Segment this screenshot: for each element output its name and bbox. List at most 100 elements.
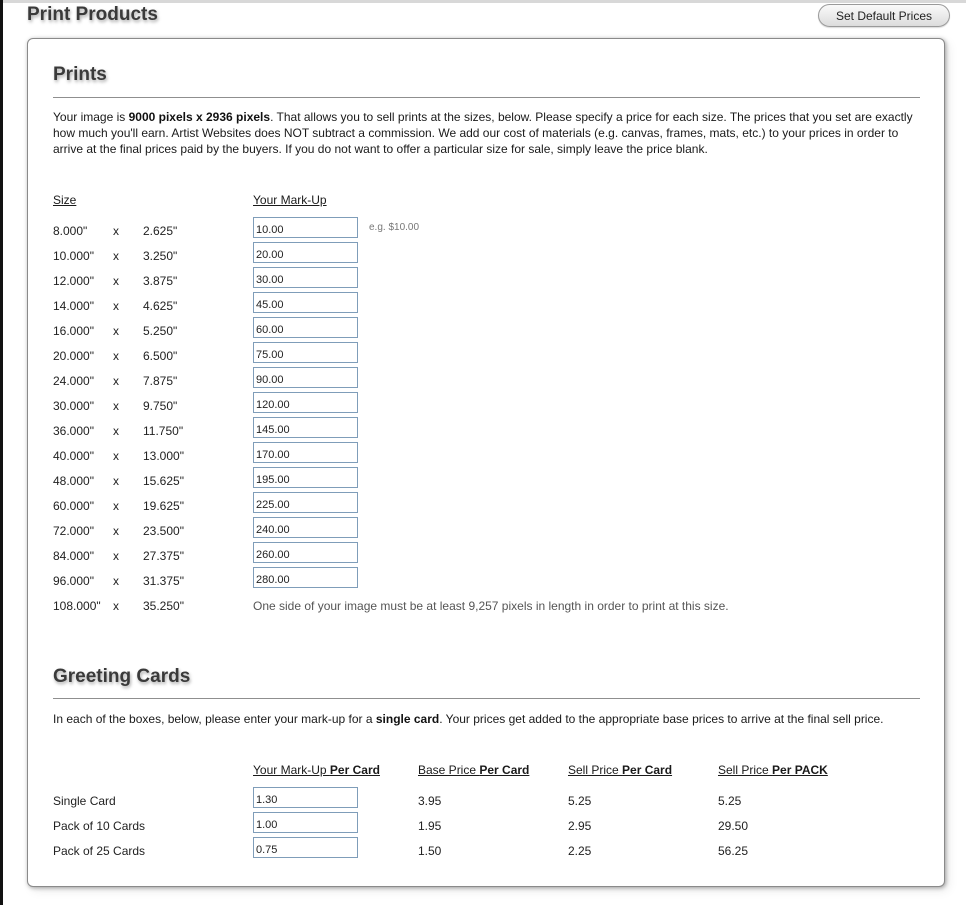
size-height: 23.500" bbox=[143, 524, 184, 538]
markup-input[interactable] bbox=[253, 567, 358, 588]
card-markup-column-header: Your Mark-Up Per Card bbox=[253, 763, 380, 777]
prints-section-title: Prints bbox=[53, 64, 107, 85]
times-symbol: x bbox=[113, 349, 119, 363]
markup-input[interactable] bbox=[253, 342, 358, 363]
size-height: 4.625" bbox=[143, 299, 178, 313]
size-width: 60.000" bbox=[53, 499, 94, 513]
card-type-label: Pack of 10 Cards bbox=[53, 819, 146, 833]
times-symbol: x bbox=[113, 374, 119, 388]
sell-price-per-pack-value: 56.25 bbox=[718, 844, 749, 858]
greeting-card-row: Pack of 10 Cards 1.95 2.95 29.50 bbox=[0, 812, 966, 844]
markup-input[interactable] bbox=[253, 392, 358, 413]
sell-price-per-pack-value: 29.50 bbox=[718, 819, 749, 833]
size-height: 2.625" bbox=[143, 224, 178, 238]
times-symbol: x bbox=[113, 274, 119, 288]
size-height: 6.500" bbox=[143, 349, 178, 363]
size-width: 14.000" bbox=[53, 299, 94, 313]
markup-input[interactable] bbox=[253, 417, 358, 438]
sell-price-per-card-value: 2.25 bbox=[568, 844, 592, 858]
print-size-row: 84.000" x 27.375" bbox=[0, 542, 966, 574]
base-price-value: 3.95 bbox=[418, 794, 442, 808]
window-top-edge bbox=[3, 0, 966, 3]
intro-prefix: Your image is bbox=[53, 110, 129, 124]
print-size-row: 8.000" x 2.625" e.g. $10.00 bbox=[0, 217, 966, 249]
card-type-label: Pack of 25 Cards bbox=[53, 844, 146, 858]
size-width: 24.000" bbox=[53, 374, 94, 388]
prints-divider bbox=[53, 97, 920, 98]
times-symbol: x bbox=[113, 599, 119, 613]
base-price-column-header: Base Price Per Card bbox=[418, 763, 529, 777]
greeting-cards-section-title: Greeting Cards bbox=[53, 666, 191, 687]
set-default-prices-button[interactable]: Set Default Prices bbox=[818, 4, 950, 27]
markup-input[interactable] bbox=[253, 317, 358, 338]
times-symbol: x bbox=[113, 524, 119, 538]
size-width: 16.000" bbox=[53, 324, 94, 338]
markup-input[interactable] bbox=[253, 492, 358, 513]
header-bold-text: Per Card bbox=[329, 763, 380, 777]
size-width: 72.000" bbox=[53, 524, 94, 538]
markup-input[interactable] bbox=[253, 217, 358, 238]
size-width: 48.000" bbox=[53, 474, 94, 488]
image-dimensions: 9000 pixels x 2936 pixels bbox=[128, 110, 271, 124]
print-size-row: 12.000" x 3.875" bbox=[0, 267, 966, 299]
sell-price-per-card-value: 2.95 bbox=[568, 819, 592, 833]
print-size-row: 10.000" x 3.250" bbox=[0, 242, 966, 274]
size-height: 13.000" bbox=[143, 449, 184, 463]
header-text: Your Mark-Up bbox=[253, 763, 330, 777]
times-symbol: x bbox=[113, 324, 119, 338]
header-bold-text: Per Card bbox=[479, 763, 530, 777]
print-size-row: 36.000" x 11.750" bbox=[0, 417, 966, 449]
markup-input[interactable] bbox=[253, 442, 358, 463]
markup-input[interactable] bbox=[253, 267, 358, 288]
sell-price-per-card-value: 5.25 bbox=[568, 794, 592, 808]
size-width: 8.000" bbox=[53, 224, 88, 238]
prints-intro-text: Your image is 9000 pixels x 2936 pixels.… bbox=[53, 109, 923, 157]
size-height: 7.875" bbox=[143, 374, 178, 388]
print-size-row: 30.000" x 9.750" bbox=[0, 392, 966, 424]
example-hint: e.g. $10.00 bbox=[369, 222, 420, 233]
size-height: 11.750" bbox=[143, 424, 184, 438]
card-markup-input[interactable] bbox=[253, 787, 358, 808]
sell-price-per-pack-column-header: Sell Price Per PACK bbox=[718, 763, 828, 777]
size-width: 36.000" bbox=[53, 424, 94, 438]
size-height: 15.625" bbox=[143, 474, 184, 488]
header-bold-text: Per PACK bbox=[772, 763, 828, 777]
markup-input[interactable] bbox=[253, 367, 358, 388]
greeting-cards-intro-text: In each of the boxes, below, please ente… bbox=[53, 711, 923, 727]
size-height: 3.250" bbox=[143, 249, 178, 263]
times-symbol: x bbox=[113, 399, 119, 413]
markup-input[interactable] bbox=[253, 517, 358, 538]
size-width: 84.000" bbox=[53, 549, 94, 563]
header-text: Sell Price bbox=[718, 763, 773, 777]
size-width: 20.000" bbox=[53, 349, 94, 363]
times-symbol: x bbox=[113, 449, 119, 463]
size-height: 27.375" bbox=[143, 549, 184, 563]
times-symbol: x bbox=[113, 499, 119, 513]
print-size-row: 40.000" x 13.000" bbox=[0, 442, 966, 474]
size-height: 31.375" bbox=[143, 574, 184, 588]
page-title: Print Products bbox=[27, 4, 158, 25]
greeting-card-row: Pack of 25 Cards 1.50 2.25 56.25 bbox=[0, 837, 966, 869]
size-height: 35.250" bbox=[143, 599, 184, 613]
card-markup-input[interactable] bbox=[253, 837, 358, 858]
size-height: 9.750" bbox=[143, 399, 178, 413]
markup-input[interactable] bbox=[253, 467, 358, 488]
print-size-row: 24.000" x 7.875" bbox=[0, 367, 966, 399]
times-symbol: x bbox=[113, 474, 119, 488]
markup-input[interactable] bbox=[253, 542, 358, 563]
times-symbol: x bbox=[113, 299, 119, 313]
sell-price-per-pack-value: 5.25 bbox=[718, 794, 742, 808]
size-width: 30.000" bbox=[53, 399, 94, 413]
times-symbol: x bbox=[113, 424, 119, 438]
markup-input[interactable] bbox=[253, 242, 358, 263]
cards-intro-emphasis: single card bbox=[375, 712, 440, 726]
markup-input[interactable] bbox=[253, 292, 358, 313]
header-bold-text: Per Card bbox=[622, 763, 673, 777]
size-unavailable-note: One side of your image must be at least … bbox=[253, 599, 729, 613]
card-markup-input[interactable] bbox=[253, 812, 358, 833]
size-height: 19.625" bbox=[143, 499, 184, 513]
greeting-card-row: Single Card 3.95 5.25 5.25 bbox=[0, 787, 966, 819]
size-width: 10.000" bbox=[53, 249, 94, 263]
print-size-row: 96.000" x 31.375" bbox=[0, 567, 966, 599]
times-symbol: x bbox=[113, 249, 119, 263]
